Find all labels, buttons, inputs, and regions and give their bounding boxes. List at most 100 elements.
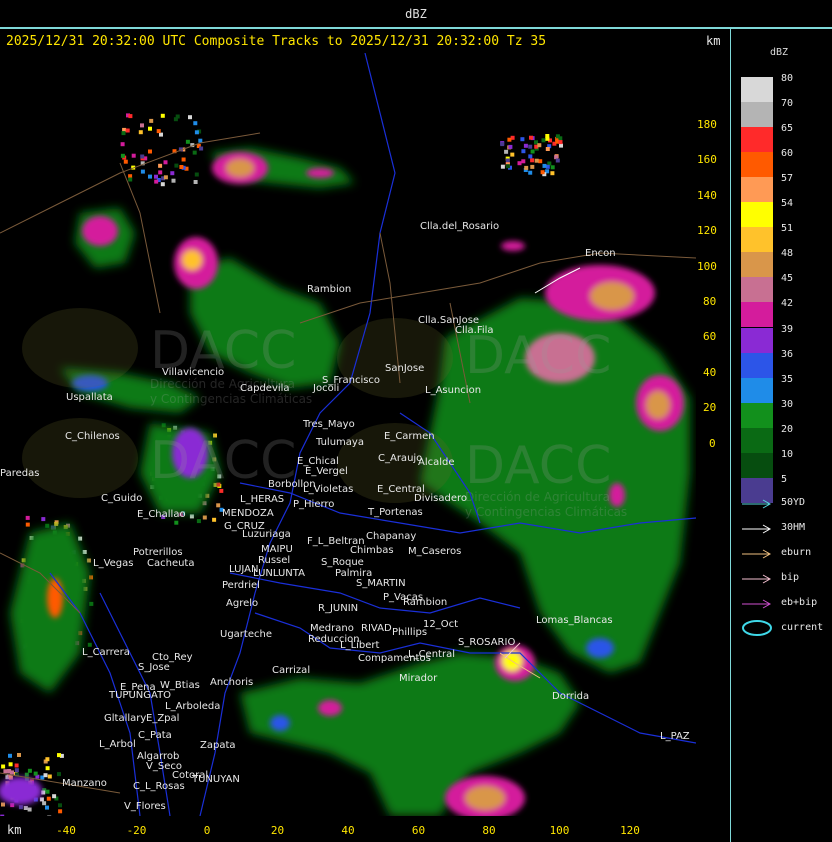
- legend-swatch-label: 10: [781, 448, 794, 460]
- svg-text:Tulumaya: Tulumaya: [315, 437, 364, 448]
- legend-swatch-label: 39: [781, 323, 794, 335]
- svg-text:Rambion: Rambion: [307, 284, 351, 295]
- km-unit-label-x: km: [7, 823, 22, 837]
- svg-text:Jocoli: Jocoli: [312, 383, 339, 394]
- y-tick-label: 120: [697, 224, 717, 238]
- svg-text:L_Arboleda: L_Arboleda: [165, 701, 220, 712]
- svg-text:L_Asuncion: L_Asuncion: [425, 385, 481, 396]
- x-tick-label: -40: [56, 824, 76, 837]
- legend-swatch-label: 45: [781, 273, 794, 285]
- x-tick-label: 40: [341, 824, 355, 837]
- track-legend-label: 30HM: [781, 522, 806, 533]
- legend-swatch-label: 60: [781, 148, 794, 160]
- svg-text:S_Roque: S_Roque: [321, 557, 364, 568]
- y-tick-label: 0: [709, 436, 716, 450]
- watermark-line: y Contingencias Climáticas: [150, 392, 312, 406]
- svg-text:R_JUNIN: R_JUNIN: [318, 603, 358, 614]
- legend-swatch: [741, 377, 773, 403]
- svg-text:Clla.Fila: Clla.Fila: [455, 325, 494, 336]
- svg-text:TUPUNGATO: TUPUNGATO: [108, 690, 171, 701]
- watermark-line: y Contingencias Climáticas: [465, 505, 627, 519]
- current-ellipse-icon: [741, 619, 773, 636]
- svg-text:Uspallata: Uspallata: [66, 392, 113, 403]
- y-tick-label: 180: [697, 118, 717, 131]
- x-tick-label: 100: [549, 824, 570, 837]
- svg-text:Carrizal: Carrizal: [272, 665, 310, 676]
- svg-text:Gltallary: Gltallary: [104, 713, 146, 724]
- svg-text:Perdriel: Perdriel: [222, 580, 260, 591]
- svg-text:L_Violetas: L_Violetas: [303, 484, 353, 495]
- svg-text:Potrerillos: Potrerillos: [133, 547, 183, 558]
- watermark-brand: DACC: [465, 436, 611, 496]
- legend-swatch-label: 30: [781, 398, 794, 410]
- track-arrow-icon: [741, 496, 773, 510]
- legend-swatch: [741, 102, 773, 128]
- legend-swatch: [741, 452, 773, 478]
- legend-swatch-label: 70: [781, 98, 794, 110]
- svg-text:E_Zpal: E_Zpal: [146, 713, 179, 724]
- svg-text:SanJose: SanJose: [385, 363, 424, 374]
- radar-map[interactable]: DACC DACC DACC DACC Dirección de Agricul…: [0, 53, 696, 816]
- legend-swatch: [741, 302, 773, 328]
- legend-swatch-label: 48: [781, 248, 794, 260]
- legend-swatch-label: 5: [781, 473, 788, 485]
- legend-swatch: [741, 327, 773, 353]
- svg-text:L_PAZ: L_PAZ: [660, 731, 690, 742]
- x-tick-label: -20: [126, 824, 147, 837]
- track-legend-label: 50YD: [781, 497, 806, 508]
- x-tick-label: 120: [620, 824, 640, 837]
- svg-text:L_Vegas: L_Vegas: [93, 558, 133, 569]
- track-arrow-icon: [741, 546, 773, 560]
- svg-text:C_L_Rosas: C_L_Rosas: [133, 781, 185, 792]
- legend-swatch: [741, 227, 773, 253]
- y-tick-label: 20: [703, 401, 717, 415]
- svg-text:Lomas_Blancas: Lomas_Blancas: [536, 615, 613, 626]
- y-tick-label: 140: [697, 188, 717, 202]
- y-tick-label: 60: [703, 330, 717, 344]
- svg-text:C_Guido: C_Guido: [101, 493, 142, 504]
- legend-title: dBZ: [770, 47, 789, 58]
- legend-swatch-label: 54: [781, 198, 794, 210]
- svg-text:Manzano: Manzano: [62, 778, 107, 789]
- legend-swatch-label: 51: [781, 223, 794, 235]
- svg-text:Mirador: Mirador: [399, 673, 438, 684]
- svg-text:Luzuriaga: Luzuriaga: [242, 529, 291, 540]
- svg-text:Divisadero: Divisadero: [414, 493, 467, 504]
- legend-swatch: [741, 427, 773, 453]
- y-tick-label: 40: [703, 365, 717, 379]
- svg-text:Ugarteche: Ugarteche: [220, 629, 272, 640]
- legend-swatch: [741, 352, 773, 378]
- svg-text:Capdevila: Capdevila: [240, 383, 290, 394]
- svg-text:E_Challao: E_Challao: [137, 509, 186, 520]
- svg-text:L_Central: L_Central: [408, 649, 455, 660]
- svg-text:Zapata: Zapata: [200, 740, 236, 751]
- svg-text:Phillips: Phillips: [392, 627, 427, 638]
- svg-text:P_Hierro: P_Hierro: [293, 499, 334, 510]
- track-legend-label: current: [781, 622, 824, 633]
- svg-text:RIVAD: RIVAD: [361, 623, 392, 634]
- svg-text:Villavicencio: Villavicencio: [162, 367, 224, 378]
- legend-swatch: [741, 127, 773, 153]
- legend-swatch: [741, 152, 773, 178]
- x-tick-label: 0: [203, 824, 211, 837]
- svg-text:Cacheuta: Cacheuta: [147, 558, 195, 569]
- track-arrow-icon: [741, 596, 773, 610]
- y-tick-label: 160: [697, 153, 717, 167]
- svg-text:MAIPU: MAIPU: [261, 544, 293, 555]
- svg-text:L_Arbol: L_Arbol: [99, 739, 136, 750]
- legend-swatch: [741, 177, 773, 203]
- y-tick-label: 80: [703, 295, 717, 308]
- product-header: 2025/12/31 20:32:00 UTC Composite Tracks…: [6, 34, 547, 49]
- svg-text:Paredas: Paredas: [0, 468, 39, 479]
- svg-text:C_Chilenos: C_Chilenos: [65, 431, 120, 442]
- legend-swatch: [741, 252, 773, 278]
- track-legend-label: eburn: [781, 547, 812, 558]
- legend-swatch: [741, 77, 773, 102]
- legend-swatch: [741, 277, 773, 303]
- legend-swatch-label: 65: [781, 123, 794, 135]
- svg-text:12_Oct: 12_Oct: [423, 619, 458, 630]
- svg-text:E_Vergel: E_Vergel: [305, 466, 348, 477]
- svg-text:Agrelo: Agrelo: [226, 598, 258, 609]
- svg-text:Alcalde: Alcalde: [418, 457, 455, 468]
- track-arrow-icon: [741, 571, 773, 585]
